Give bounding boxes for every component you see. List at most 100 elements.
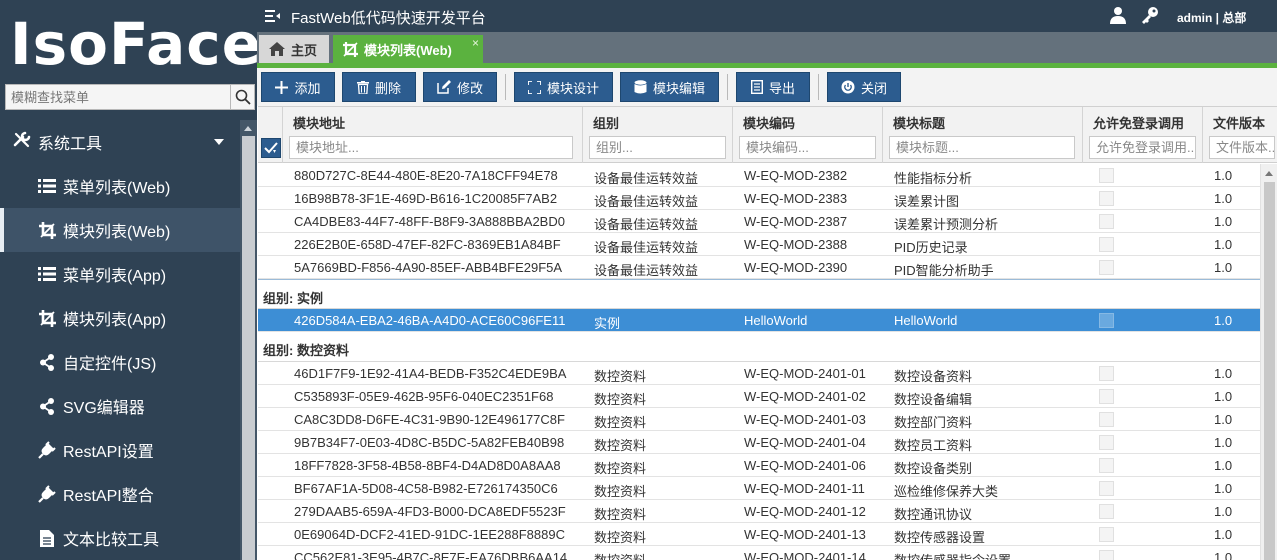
cell-title: 数控传感器设置 — [894, 530, 986, 545]
filter-code-input[interactable] — [739, 136, 876, 159]
sidebar-item-label: RestAPI设置 — [63, 444, 154, 461]
sidebar-item[interactable]: 文本比较工具 — [0, 516, 240, 560]
delete-button[interactable]: 删除 — [342, 72, 416, 102]
tab-module-list-web[interactable]: 模块列表(Web) × — [333, 35, 483, 63]
column-header-group[interactable]: 组别 — [583, 107, 733, 163]
toolbar-separator — [727, 74, 728, 100]
user-info[interactable]: admin | 总部 — [1177, 9, 1246, 26]
table-row[interactable]: 5A7669BD-F856-4A90-85EF-ABB4BFE29F5A 设备最佳… — [258, 256, 1260, 279]
column-header-address[interactable]: 模块地址 — [283, 107, 583, 163]
sidebar-item[interactable]: 菜单列表(App) — [0, 252, 240, 296]
edit-button[interactable]: 修改 — [423, 72, 497, 102]
cell-group: 数控资料 — [594, 461, 647, 476]
cell-version: 1.0 — [1214, 168, 1233, 183]
key-icon[interactable] — [1141, 6, 1159, 27]
scroll-up-arrow-icon[interactable] — [244, 126, 252, 131]
allow-anonymous-checkbox[interactable] — [1099, 191, 1114, 206]
column-header-code[interactable]: 模块编码 — [733, 107, 883, 163]
table-row[interactable]: 16B98B78-3F1E-469D-B616-1C20085F7AB2 设备最佳… — [258, 187, 1260, 210]
cell-group: 数控资料 — [594, 438, 647, 453]
cell-code: W-EQ-MOD-2401-01 — [744, 366, 866, 381]
sidebar-item[interactable]: 模块列表(App) — [0, 296, 240, 340]
allow-anonymous-checkbox[interactable] — [1099, 481, 1114, 496]
sidebar-item[interactable]: RestAPI设置 — [0, 428, 240, 472]
allow-anonymous-checkbox[interactable] — [1099, 412, 1114, 427]
table-row[interactable]: 18FF7828-3F58-4B58-8BF4-D4AD8D0A8AA8 数控资料… — [258, 454, 1260, 477]
table-row[interactable]: 226E2B0E-658D-47EF-82FC-8369EB1A84BF 设备最佳… — [258, 233, 1260, 256]
module-design-button[interactable]: 模块设计 — [514, 72, 613, 102]
column-header-title[interactable]: 模块标题 — [883, 107, 1083, 163]
allow-anonymous-checkbox[interactable] — [1099, 504, 1114, 519]
cell-version: 1.0 — [1214, 550, 1233, 560]
cell-title: 数控设备资料 — [894, 369, 973, 384]
scroll-up-arrow-icon[interactable] — [1265, 171, 1273, 176]
cell-code: W-EQ-MOD-2401-02 — [744, 389, 866, 404]
allow-anonymous-checkbox[interactable] — [1099, 527, 1114, 542]
sidebar-item[interactable]: 自定控件(JS) — [0, 340, 240, 384]
filter-group-input[interactable] — [589, 136, 726, 159]
column-header-version[interactable]: 文件版本 — [1203, 107, 1277, 163]
filter-version-input[interactable] — [1209, 136, 1275, 159]
menu-group-system-tools[interactable]: 系统工具 — [0, 120, 240, 164]
tab-home[interactable]: 主页 — [259, 35, 329, 63]
cell-code: W-EQ-MOD-2401-13 — [744, 527, 866, 542]
allow-anonymous-checkbox[interactable] — [1099, 313, 1114, 328]
allow-anonymous-checkbox[interactable] — [1099, 237, 1114, 252]
table-row[interactable]: 880D727C-8E44-480E-8E20-7A18CFF94E78 设备最佳… — [258, 164, 1260, 187]
sidebar-item[interactable]: SVG编辑器 — [0, 384, 240, 428]
cell-address: 5A7669BD-F856-4A90-85EF-ABB4BFE29F5A — [294, 260, 563, 275]
allow-anonymous-checkbox[interactable] — [1099, 366, 1114, 381]
table-row[interactable]: 9B7B34F7-0E03-4D8C-B5DC-5A82FEB40B98 数控资料… — [258, 431, 1260, 454]
scrollbar-thumb[interactable] — [242, 136, 255, 560]
export-button[interactable]: 导出 — [736, 72, 810, 102]
cell-title: 数控设备类别 — [894, 461, 973, 476]
cell-group: 设备最佳运转效益 — [594, 217, 699, 232]
cell-code: W-EQ-MOD-2401-04 — [744, 435, 866, 450]
table-row[interactable]: 279DAAB5-659A-4FD3-B000-DCA8EDF5523F 数控资料… — [258, 500, 1260, 523]
allow-anonymous-checkbox[interactable] — [1099, 458, 1114, 473]
column-chooser-icon[interactable] — [261, 138, 281, 158]
table-row[interactable]: C535893F-05E9-462B-95F6-040EC2351F68 数控资料… — [258, 385, 1260, 408]
allow-anonymous-checkbox[interactable] — [1099, 260, 1114, 275]
table-row[interactable]: 0E69064D-DCF2-41ED-91DC-1EE288F8889C 数控资料… — [258, 523, 1260, 546]
table-row[interactable]: BF67AF1A-5D08-4C58-B982-E726174350C6 数控资料… — [258, 477, 1260, 500]
sidebar-item[interactable]: 模块列表(Web) — [0, 208, 240, 252]
cell-title: 误差累计图 — [894, 194, 960, 209]
allow-anonymous-checkbox[interactable] — [1099, 389, 1114, 404]
table-row[interactable]: CA8C3DD8-D6FE-4C31-9B90-12E496177C8F 数控资料… — [258, 408, 1260, 431]
grid-scrollbar[interactable] — [1260, 164, 1277, 560]
table-row[interactable]: CA4DBE83-44F7-48FF-B8F9-3A888BBA2BD0 设备最佳… — [258, 210, 1260, 233]
menu-toggle-icon[interactable] — [265, 9, 281, 26]
add-button[interactable]: 添加 — [261, 72, 335, 102]
allow-anonymous-checkbox[interactable] — [1099, 550, 1114, 560]
filter-allow-anonymous-input[interactable] — [1089, 136, 1196, 159]
filter-address-input[interactable] — [289, 136, 573, 159]
cell-address: 46D1F7F9-1E92-41A4-BEDB-F352C4EDE9BA — [294, 366, 567, 381]
group-row[interactable]: 组别: 实例 — [258, 279, 1260, 309]
cell-address: 226E2B0E-658D-47EF-82FC-8369EB1A84BF — [294, 237, 561, 252]
allow-anonymous-checkbox[interactable] — [1099, 168, 1114, 183]
user-icon[interactable] — [1110, 6, 1126, 27]
search-icon[interactable] — [230, 85, 254, 109]
sidebar-item[interactable]: 菜单列表(Web) — [0, 164, 240, 208]
column-title: 模块标题 — [893, 116, 946, 131]
close-button[interactable]: 关闭 — [827, 72, 901, 102]
table-row[interactable]: CC562E81-3E95-4B7C-8E7E-EA76DBB6AA14 数控资料… — [258, 546, 1260, 560]
scrollbar-thumb[interactable] — [1264, 182, 1275, 560]
allow-anonymous-checkbox[interactable] — [1099, 435, 1114, 450]
filter-title-input[interactable] — [889, 136, 1075, 159]
cell-code: W-EQ-MOD-2390 — [744, 260, 848, 275]
cell-title: 误差累计预测分析 — [894, 217, 999, 232]
group-row[interactable]: 组别: 数控资料 — [258, 332, 1260, 362]
table-row[interactable]: 46D1F7F9-1E92-41A4-BEDB-F352C4EDE9BA 数控资料… — [258, 362, 1260, 385]
menu-search-input[interactable] — [6, 85, 232, 109]
column-header-allow-anonymous[interactable]: 允许免登录调用 — [1083, 107, 1203, 163]
cell-code: W-EQ-MOD-2401-06 — [744, 458, 866, 473]
close-icon[interactable]: × — [472, 36, 479, 50]
sidebar-item[interactable]: RestAPI整合 — [0, 472, 240, 516]
allow-anonymous-checkbox[interactable] — [1099, 214, 1114, 229]
sidebar-scrollbar[interactable] — [240, 120, 257, 560]
table-row[interactable]: 426D584A-EBA2-46BA-A4D0-ACE60C96FE11 实例 He… — [258, 309, 1260, 332]
module-edit-button[interactable]: 模块编辑 — [620, 72, 719, 102]
sidebar-item-label: 菜单列表(App) — [63, 268, 167, 285]
